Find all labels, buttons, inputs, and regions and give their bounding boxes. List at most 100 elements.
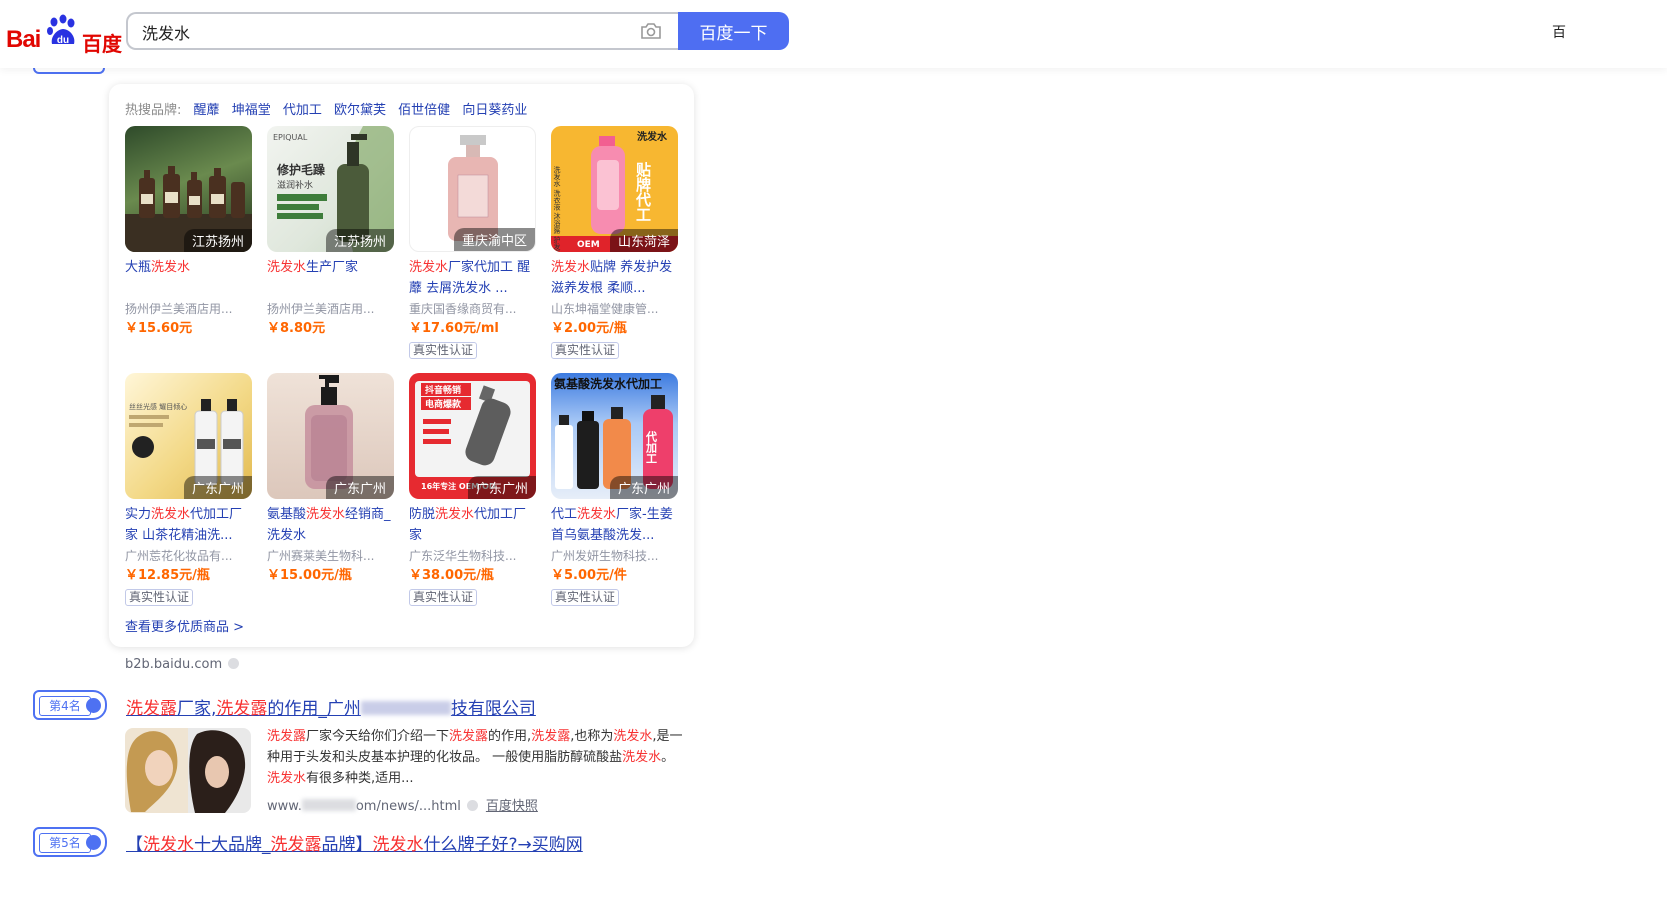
abstract-text: 有很多种类,适用...	[306, 771, 414, 786]
product-item[interactable]: OEM 洗发水 贴牌代工 洗发水 洗衣液 沐浴露 护发素 山东菏泽 洗发水贴牌 …	[551, 126, 678, 359]
url-text: www.	[267, 799, 302, 814]
header: Bai du 百度 百度一下 百	[0, 0, 1667, 68]
title-highlight: 洗发水	[577, 507, 617, 522]
product-item[interactable]: EPIQUAL 修护毛躁 滋润补水 江苏扬州 洗发水生产厂家 扬州伊兰美酒店用.…	[267, 126, 394, 339]
image-sub-text: 滋润补水	[277, 179, 313, 191]
product-item[interactable]: 丝丝光感 耀目倾心 广东广州 实力洗发水代加工厂家 山茶花精油洗... 广州莣花…	[125, 373, 252, 606]
title-text: 品牌】	[321, 835, 373, 855]
header-right-link[interactable]: 百	[1552, 22, 1566, 42]
image-tag-text: 抖音畅销	[425, 384, 461, 396]
image-side-text: 代加工	[645, 430, 659, 464]
title-highlight: 洗发水	[306, 507, 346, 522]
product-company: 扬州伊兰美酒店用...	[125, 302, 233, 316]
product-item[interactable]: 氨基酸洗发水代加工 代加工 广东广州 代工洗发水厂家-生姜首乌氨基酸洗发... …	[551, 373, 678, 606]
product-image[interactable]: OEM 洗发水 贴牌代工 洗发水 洗衣液 沐浴露 护发素 山东菏泽	[551, 126, 678, 252]
product-company: 广东泛华生物科技...	[409, 549, 517, 563]
product-price: ￥17.60元/ml	[409, 321, 499, 336]
title-text: 十大品牌_	[194, 835, 271, 855]
product-location: 江苏扬州	[183, 229, 252, 252]
product-image[interactable]: 丝丝光感 耀目倾心 广东广州	[125, 373, 252, 499]
verified-badge[interactable]: 真实性认证	[551, 342, 620, 359]
product-price: ￥12.85元/瓶	[125, 568, 210, 583]
product-item[interactable]: 抖音畅销 电商爆款 16年专注 OEM/OD 广东广州 防脱洗发水代加工厂家 广…	[409, 373, 536, 606]
hot-brands-label: 热搜品牌:	[125, 103, 182, 118]
product-title[interactable]: 实力洗发水代加工厂家 山茶花精油洗...	[125, 504, 252, 546]
abstract-text: ,也称为	[570, 729, 614, 744]
verified-badge[interactable]: 真实性认证	[125, 589, 194, 606]
product-company: 重庆国香缘商贸有...	[409, 302, 517, 316]
product-item[interactable]: 广东广州 氨基酸洗发水经销商_洗发水 广州赛莱美生物科... ￥15.00元/瓶	[267, 373, 394, 586]
title-highlight: 洗发水	[267, 260, 307, 275]
abstract-highlight: 洗发水	[613, 729, 653, 744]
verified-badge[interactable]: 真实性认证	[409, 342, 478, 359]
result-title-link[interactable]: 洗发露厂家,洗发露的作用_广州 技有限公司	[126, 694, 536, 719]
product-price: ￥38.00元/瓶	[409, 568, 494, 583]
product-price: ￥2.00元/瓶	[551, 321, 627, 336]
more-products-link[interactable]: 查看更多优质商品 >	[125, 616, 244, 635]
product-company: 扬州伊兰美酒店用...	[267, 302, 375, 316]
title-highlight: 洗发水	[151, 260, 191, 275]
verified-badge[interactable]: 真实性认证	[551, 589, 620, 606]
product-image[interactable]: EPIQUAL 修护毛躁 滋润补水 江苏扬州	[267, 126, 394, 252]
hot-brand-link[interactable]: 坤福堂	[232, 103, 271, 118]
result-title-link[interactable]: 【洗发水十大品牌_洗发露品牌】洗发水什么牌子好?→买购网	[126, 830, 583, 855]
title-text: 大瓶	[125, 260, 152, 275]
snapshot-link[interactable]: 百度快照	[486, 799, 538, 814]
result-domain[interactable]: b2b.baidu.com	[125, 657, 240, 672]
hair-models-image	[125, 728, 251, 813]
image-title-text: 修护毛躁	[276, 162, 325, 177]
title-text: 防脱	[409, 507, 436, 522]
product-title[interactable]: 洗发水生产厂家	[267, 257, 394, 299]
title-highlight: 洗发水	[372, 835, 424, 855]
title-highlight: 洗发水	[435, 507, 475, 522]
product-title[interactable]: 氨基酸洗发水经销商_洗发水	[267, 504, 394, 546]
b2b-product-card: 热搜品牌: 醒蘼 坤福堂 代加工 欧尔黛芙 佰世倍健 向日葵药业 江苏扬州 大瓶…	[109, 84, 694, 647]
abstract-highlight: 洗发露	[267, 729, 307, 744]
shield-icon	[466, 800, 478, 811]
title-text: 氨基酸	[267, 507, 307, 522]
product-title[interactable]: 防脱洗发水代加工厂家	[409, 504, 536, 546]
verified-badge[interactable]: 真实性认证	[409, 589, 478, 606]
result-thumbnail[interactable]	[125, 728, 251, 813]
product-title[interactable]: 洗发水贴牌 养发护发 滋养发根 柔顺...	[551, 257, 678, 299]
search-input[interactable]	[140, 14, 624, 50]
hot-brand-link[interactable]: 佰世倍健	[398, 103, 450, 118]
result-abstract: 洗发露厂家今天给你们介绍一下洗发露的作用,洗发露,也称为洗发水,是一种用于头发和…	[267, 726, 687, 789]
image-side-text: 洗发水 洗衣液 沐浴露 护发素	[553, 165, 561, 252]
hot-brand-link[interactable]: 欧尔黛芙	[334, 103, 386, 118]
title-highlight: 洗发水	[409, 260, 449, 275]
product-title[interactable]: 洗发水厂家代加工 醒蘼 去屑洗发水 ...	[409, 257, 536, 299]
hot-brand-link[interactable]: 代加工	[283, 103, 322, 118]
product-location: 广东广州	[325, 476, 394, 499]
product-image[interactable]: 江苏扬州	[125, 126, 252, 252]
result-url[interactable]: www. om/news/...html 百度快照	[267, 795, 538, 814]
image-tag-text: 电商爆款	[425, 398, 462, 410]
camera-icon[interactable]	[640, 22, 662, 40]
paw-icon: du	[47, 14, 75, 46]
hot-brand-link[interactable]: 醒蘼	[194, 103, 220, 118]
hot-brand-link[interactable]: 向日葵药业	[462, 103, 527, 118]
logo-text-cn: 百度	[82, 32, 122, 56]
product-price: ￥8.80元	[267, 321, 326, 336]
title-text: 生产厂家	[306, 260, 359, 275]
title-text: 【	[126, 835, 143, 855]
product-image[interactable]: 氨基酸洗发水代加工 代加工 广东广州	[551, 373, 678, 499]
title-text: 代工	[551, 507, 578, 522]
search-button[interactable]: 百度一下	[678, 12, 789, 50]
product-price: ￥5.00元/件	[551, 568, 627, 583]
product-image[interactable]: 广东广州	[267, 373, 394, 499]
product-image[interactable]: 重庆渝中区	[409, 126, 536, 252]
product-item[interactable]: 江苏扬州 大瓶洗发水 扬州伊兰美酒店用... ￥15.60元	[125, 126, 252, 339]
title-highlight: 洗发露	[126, 699, 177, 719]
abstract-highlight: 洗发水	[267, 771, 307, 786]
title-highlight: 洗发水	[151, 507, 191, 522]
product-company: 广州莣花化妆品有...	[125, 549, 233, 563]
abstract-text: 的作用,	[488, 729, 532, 744]
product-title[interactable]: 大瓶洗发水	[125, 257, 252, 299]
product-title[interactable]: 代工洗发水厂家-生姜首乌氨基酸洗发...	[551, 504, 678, 546]
product-location: 江苏扬州	[325, 229, 394, 252]
image-top-text: 洗发水	[637, 130, 668, 143]
product-item[interactable]: 重庆渝中区 洗发水厂家代加工 醒蘼 去屑洗发水 ... 重庆国香缘商贸有... …	[409, 126, 536, 359]
product-image[interactable]: 抖音畅销 电商爆款 16年专注 OEM/OD 广东广州	[409, 373, 536, 499]
rank-badge: 第4名	[33, 690, 107, 720]
